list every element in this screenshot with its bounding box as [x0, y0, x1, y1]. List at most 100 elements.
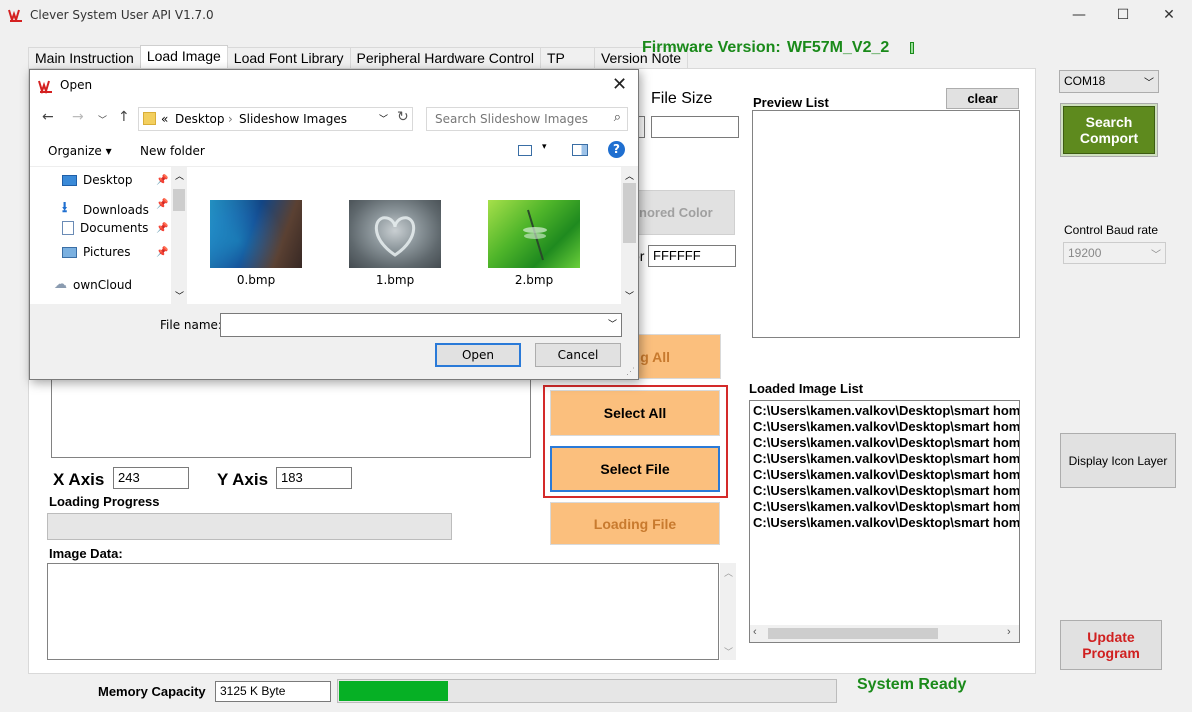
select-file-button[interactable]: Select File [550, 446, 720, 492]
file-name-field[interactable]: ﹀ [220, 313, 622, 337]
dialog-toolbar: Organize ▾ New folder ▾ ? [30, 136, 638, 166]
com-port-select[interactable]: COM18 ﹀ [1059, 70, 1159, 93]
address-bar[interactable]: « Desktop › Slideshow Images ﹀ ↻ [138, 107, 413, 131]
x-axis-field[interactable]: 243 [113, 467, 189, 489]
scroll-up-icon[interactable]: ︿ [625, 169, 634, 182]
loaded-image-item[interactable]: C:\Users\kamen.valkov\Desktop\smart home [750, 451, 1019, 467]
scroll-thumb[interactable] [173, 189, 185, 211]
scroll-thumb[interactable] [768, 628, 938, 639]
loaded-image-list[interactable]: C:\Users\kamen.valkov\Desktop\smart home… [749, 400, 1020, 643]
memory-capacity-label: Memory Capacity [98, 684, 206, 699]
pin-icon: 📌 [156, 199, 169, 210]
preview-list[interactable] [752, 110, 1020, 338]
file-size-field[interactable] [651, 116, 739, 138]
file-name: 1.bmp [375, 273, 415, 287]
up-arrow-icon[interactable]: ↑ [118, 109, 130, 125]
minimize-button[interactable]: — [1056, 0, 1102, 30]
ignored-color-button[interactable]: nored Color [632, 190, 735, 235]
desktop-icon [62, 174, 77, 186]
back-arrow-icon[interactable]: ← [42, 109, 54, 125]
help-icon[interactable]: ? [608, 141, 625, 158]
nav-item-label: ownCloud [73, 277, 133, 292]
dialog-title-bar [30, 70, 638, 102]
tab-load-font-library[interactable]: Load Font Library [226, 47, 351, 68]
maximize-button[interactable]: ☐ [1100, 0, 1146, 30]
chevron-down-icon[interactable]: ▾ [542, 142, 547, 152]
loaded-image-item[interactable]: C:\Users\kamen.valkov\Desktop\smart home [750, 499, 1019, 515]
loaded-list-hscrollbar[interactable]: ‹ › [750, 625, 1019, 642]
scroll-down-icon[interactable]: ﹀ [724, 645, 733, 658]
select-all-button[interactable]: Select All [550, 390, 720, 436]
search-comport-button-frame[interactable]: Search Comport [1060, 103, 1158, 157]
y-axis-field[interactable]: 183 [276, 467, 352, 489]
chevron-down-icon[interactable]: ﹀ [608, 317, 617, 330]
firmware-value: WF57M_V2_2 [787, 39, 890, 56]
scroll-right-icon[interactable]: › [1007, 626, 1011, 638]
dialog-nav-bar: ← → ﹀ ↑ « Desktop › Slideshow Images ﹀ ↻… [30, 102, 638, 136]
loaded-image-item[interactable]: C:\Users\kamen.valkov\Desktop\smart home [750, 515, 1019, 531]
pin-icon: 📌 [156, 247, 169, 258]
files-pane-scrollbar[interactable]: ︿ ﹀ [621, 167, 638, 305]
dialog-close-icon[interactable]: ✕ [612, 74, 627, 95]
loaded-image-item[interactable]: C:\Users\kamen.valkov\Desktop\smart home [750, 403, 1019, 419]
search-icon[interactable]: ⌕ [614, 110, 621, 125]
breadcrumb-desktop[interactable]: Desktop [175, 112, 225, 126]
forward-arrow-icon[interactable]: → [72, 109, 84, 125]
organize-button[interactable]: Organize ▾ [48, 144, 112, 158]
loaded-image-list-label: Loaded Image List [749, 381, 864, 396]
view-options-icon[interactable] [518, 145, 532, 156]
breadcrumb-slideshow-images[interactable]: Slideshow Images [239, 112, 347, 126]
file-item-0[interactable]: 0.bmp [210, 200, 302, 287]
file-item-1[interactable]: 1.bmp [349, 200, 441, 287]
nav-item-documents[interactable]: Documents [62, 221, 148, 235]
image-data-textarea[interactable] [47, 563, 719, 660]
loaded-image-item[interactable]: C:\Users\kamen.valkov\Desktop\smart home [750, 483, 1019, 499]
breadcrumb-separator: › [228, 112, 233, 126]
loading-all-button[interactable]: g All [628, 334, 721, 379]
scroll-down-icon[interactable]: ﹀ [625, 289, 634, 302]
baud-rate-select[interactable]: 19200 ﹀ [1063, 242, 1166, 264]
dialog-title: Open [60, 78, 93, 92]
scroll-thumb[interactable] [623, 183, 636, 243]
resize-grip-icon[interactable]: ⋰ [626, 366, 635, 377]
cancel-button[interactable]: Cancel [535, 343, 621, 367]
recent-dropdown-icon[interactable]: ﹀ [98, 113, 107, 126]
nav-item-downloads[interactable]: ⭳ Downloads [62, 197, 149, 222]
scroll-left-icon[interactable]: ‹ [753, 626, 757, 638]
window-title: Clever System User API V1.7.0 [30, 8, 214, 22]
scroll-up-icon[interactable]: ︿ [175, 169, 184, 182]
chevron-down-icon[interactable]: ﹀ [379, 112, 388, 125]
baud-rate-label: Control Baud rate [1064, 223, 1159, 237]
file-item-2[interactable]: 2.bmp [488, 200, 580, 287]
tab-main-instruction[interactable]: Main Instruction [28, 47, 141, 68]
breadcrumb-overflow[interactable]: « [161, 112, 168, 126]
update-program-button[interactable]: Update Program [1060, 620, 1162, 670]
tab-peripheral-hardware-control[interactable]: Peripheral Hardware Control [349, 47, 541, 68]
scroll-up-icon[interactable]: ︿ [724, 566, 733, 579]
close-window-button[interactable]: ✕ [1146, 0, 1192, 30]
nav-item-pictures[interactable]: Pictures [62, 245, 131, 259]
search-field[interactable]: Search Slideshow Images ⌕ [426, 107, 628, 131]
display-icon-layer-button[interactable]: Display Icon Layer [1060, 433, 1176, 488]
chevron-down-icon: ﹀ [1151, 250, 1161, 261]
loading-file-button[interactable]: Loading File [550, 502, 720, 545]
nav-item-owncloud[interactable]: ☁ ownCloud [54, 277, 132, 292]
loaded-image-item[interactable]: C:\Users\kamen.valkov\Desktop\smart home [750, 435, 1019, 451]
preview-pane-icon[interactable] [572, 144, 588, 156]
nav-pane-scrollbar[interactable]: ︿ ﹀ [171, 167, 187, 305]
nav-item-label: Documents [80, 221, 149, 235]
scroll-down-icon[interactable]: ﹀ [175, 289, 184, 302]
ignored-color-field[interactable]: FFFFFF [648, 245, 736, 267]
open-button[interactable]: Open [435, 343, 521, 367]
tab-tp[interactable]: TP [539, 47, 595, 68]
refresh-icon[interactable]: ↻ [397, 109, 409, 125]
nav-item-desktop[interactable]: Desktop [62, 173, 133, 187]
loaded-image-item[interactable]: C:\Users\kamen.valkov\Desktop\smart home [750, 467, 1019, 483]
loaded-image-item[interactable]: C:\Users\kamen.valkov\Desktop\smart home [750, 419, 1019, 435]
new-folder-button[interactable]: New folder [140, 144, 205, 158]
tab-load-image[interactable]: Load Image [139, 45, 228, 68]
clear-button[interactable]: clear [946, 88, 1019, 109]
image-data-scrollbar[interactable]: ︿ ﹀ [720, 563, 736, 660]
chevron-down-icon: ﹀ [1144, 78, 1154, 89]
search-comport-button[interactable]: Search Comport [1063, 106, 1155, 154]
